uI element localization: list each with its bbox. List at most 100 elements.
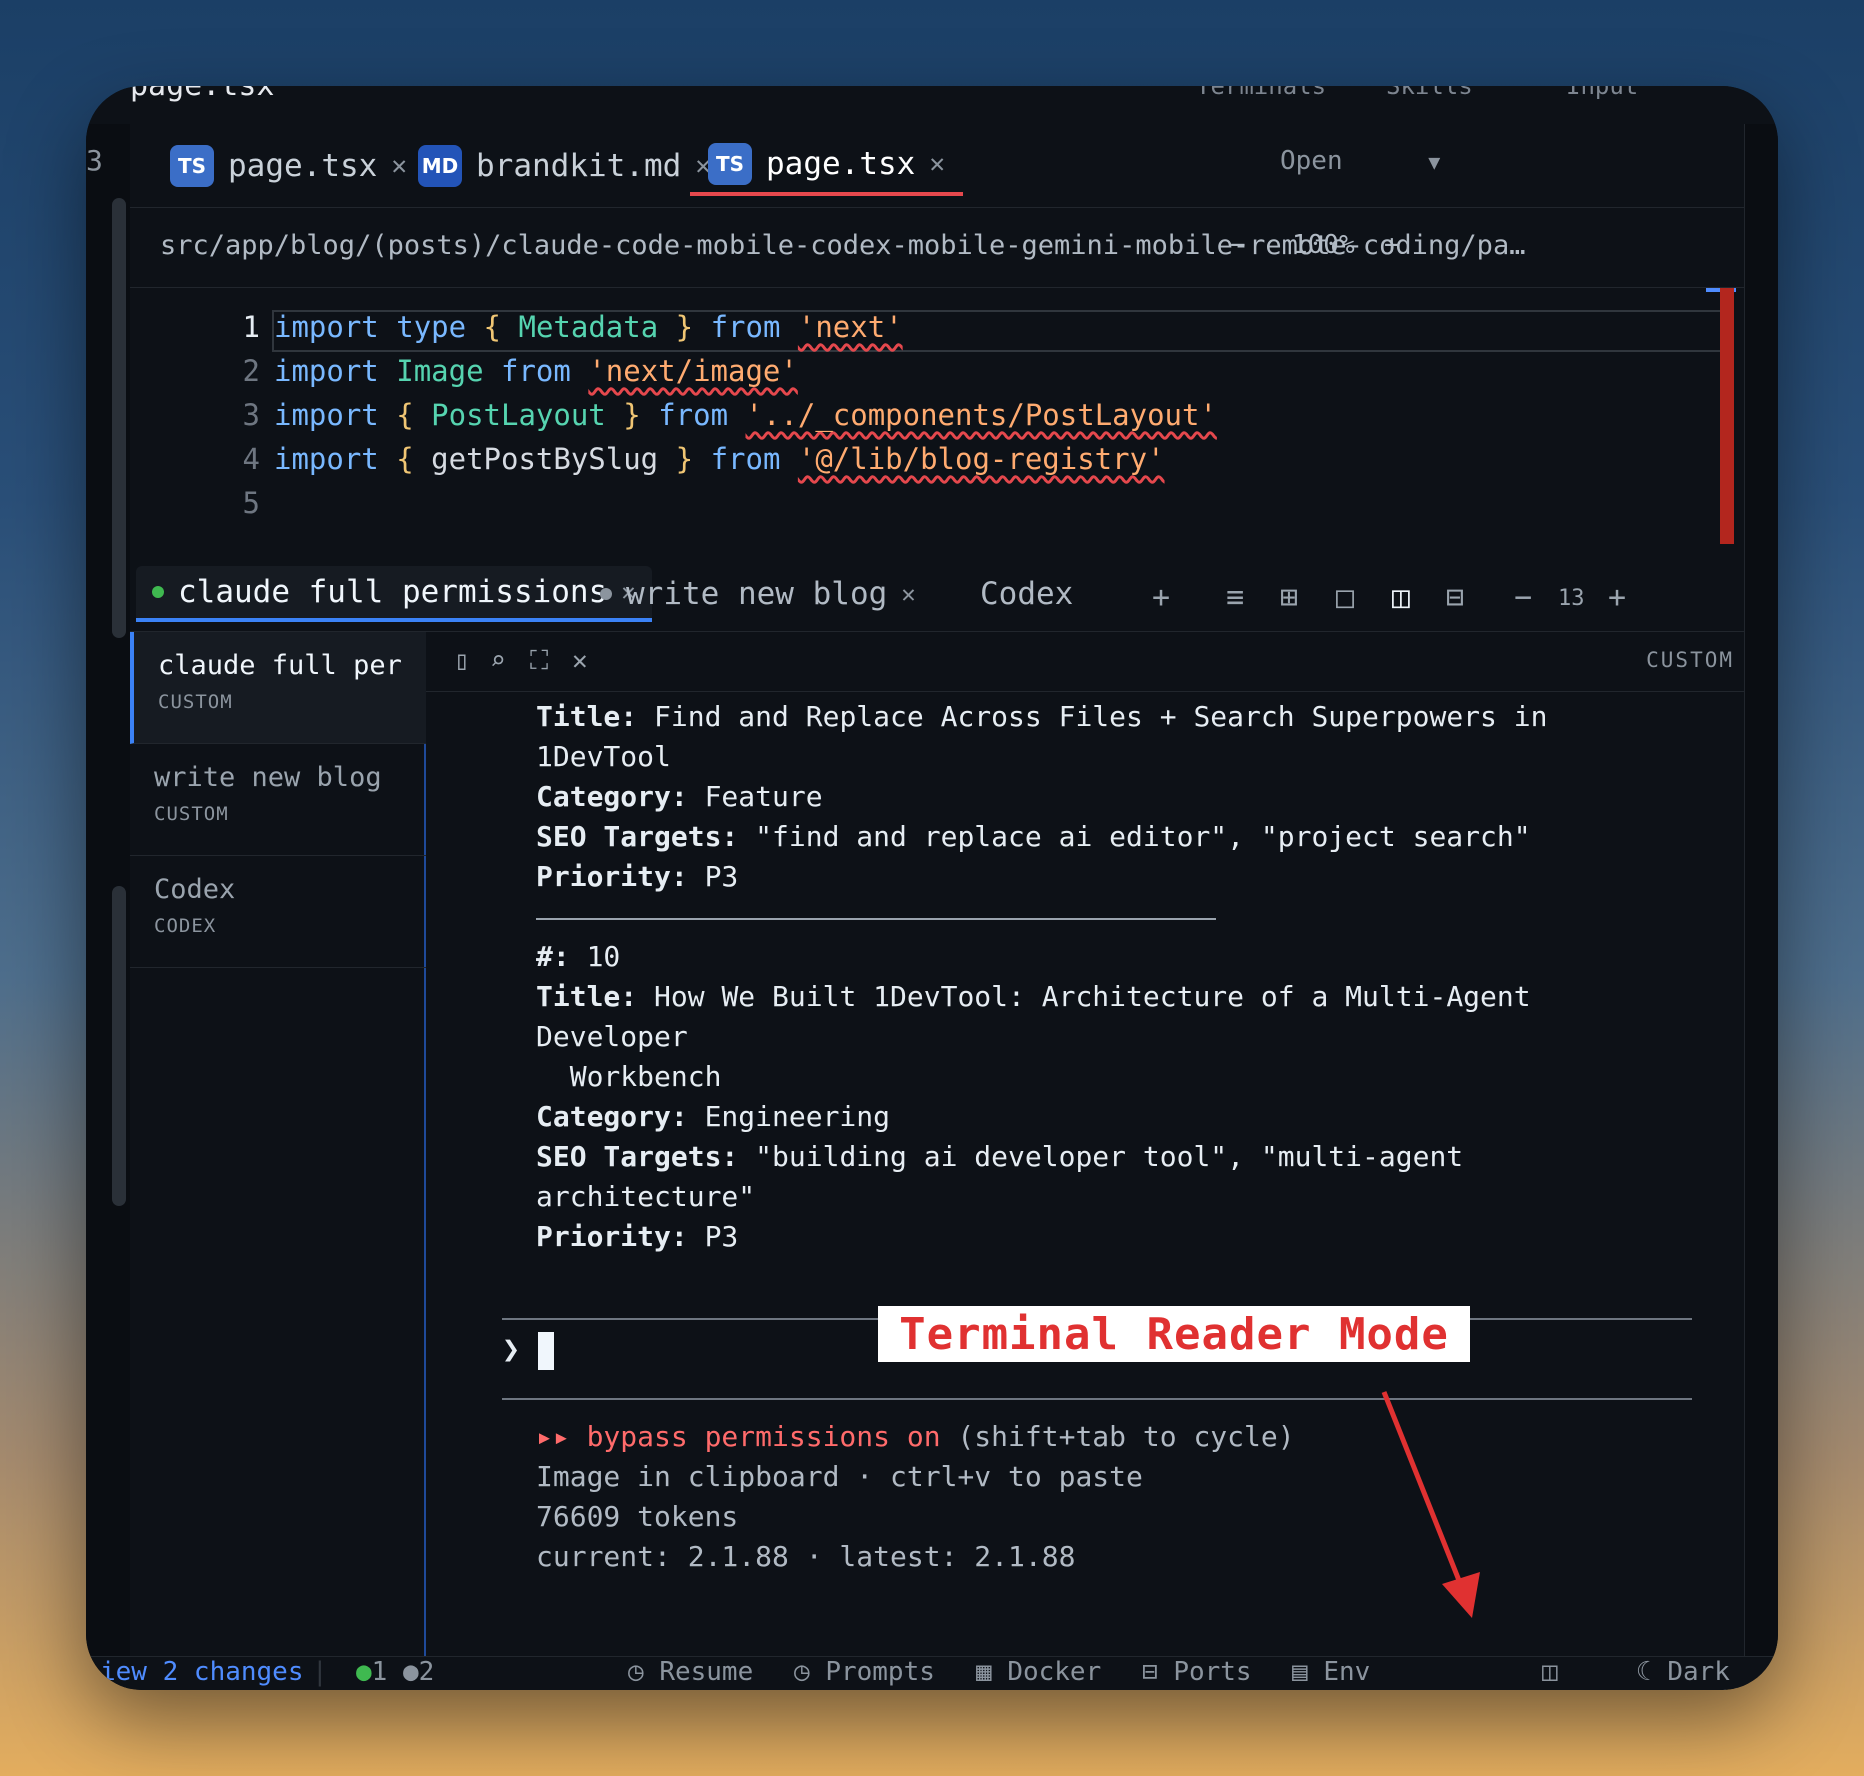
- docker-icon: ▦: [976, 1657, 1008, 1687]
- terminal-tab-codex[interactable]: Codex: [950, 566, 1082, 622]
- chevron-down-icon: ▼: [1428, 150, 1441, 174]
- close-icon[interactable]: ✕: [929, 149, 945, 179]
- session-item-write-blog[interactable]: write new blog CUSTOM: [130, 744, 426, 856]
- output-line: Title: Find and Replace Across Files + S…: [536, 700, 1547, 733]
- line-number: 5: [242, 486, 260, 520]
- new-terminal-icon[interactable]: +: [1152, 580, 1170, 615]
- resume-button[interactable]: ◷ Resume: [628, 1657, 753, 1687]
- code-editor[interactable]: 1 import type { Metadata } from 'next' 2 im…: [130, 288, 1744, 544]
- theme-toggle[interactable]: ☾ Dark: [1636, 1657, 1730, 1687]
- code-token: from: [658, 398, 729, 432]
- code-token: 'next/image': [588, 354, 798, 388]
- line-number: 1: [242, 310, 260, 344]
- split-pane-icon[interactable]: ◫: [1392, 580, 1410, 615]
- output-line: SEO Targets: "find and replace ai editor…: [536, 820, 1531, 853]
- terminal-toolbar: ▯ ⌕ ⛶ ✕ CUSTOM: [426, 632, 1744, 692]
- output-line: Workbench: [536, 1060, 722, 1093]
- output-line: architecture": [536, 1180, 756, 1213]
- prompt-chevron: ❯: [502, 1332, 521, 1367]
- code-text: import { getPostBySlug } from '@/lib/blo…: [274, 442, 1165, 476]
- clipboard-icon[interactable]: ▯: [454, 646, 470, 676]
- code-token: {: [396, 442, 414, 476]
- resume-label: Resume: [659, 1657, 754, 1687]
- output-line: Category: Feature: [536, 780, 823, 813]
- terminal-tab-label: claude full permissions: [178, 574, 608, 610]
- code-token: from: [710, 310, 781, 344]
- rail-scrollbar-bottom[interactable]: [112, 886, 126, 1206]
- input-box-bottom-border: [502, 1398, 1692, 1400]
- ts-file-icon: TS: [170, 145, 214, 187]
- session-type: CUSTOM: [154, 803, 229, 825]
- code-token: getPostBySlug: [431, 442, 659, 476]
- tab-overflow-count[interactable]: 3: [86, 144, 103, 177]
- close-icon[interactable]: ✕: [901, 580, 915, 608]
- zoom-out-button[interactable]: −: [1230, 230, 1246, 260]
- env-button[interactable]: ▤ Env: [1292, 1657, 1370, 1687]
- green-count: 1: [371, 1657, 388, 1687]
- fullscreen-icon[interactable]: ⛶: [530, 646, 548, 677]
- code-token: import: [274, 442, 379, 476]
- panel-toggle-icon[interactable]: ◫: [1542, 1657, 1558, 1687]
- menu-input[interactable]: Input: [1566, 86, 1638, 100]
- output-line: SEO Targets: "building ai developer tool…: [536, 1140, 1463, 1173]
- terminal-tab-bar: claude full permissions ✕ write new blog…: [130, 544, 1744, 632]
- git-status[interactable]: ●1 ●2: [356, 1657, 434, 1687]
- tab-page-tsx-active[interactable]: TS page.tsx ✕: [690, 136, 963, 196]
- code-token: import: [274, 310, 379, 344]
- menu-skills[interactable]: Skills: [1386, 86, 1473, 100]
- separator: [536, 918, 1216, 920]
- view-changes-link[interactable]: iew 2 changes: [100, 1657, 304, 1687]
- reader-mode-annotation: Terminal Reader Mode: [878, 1306, 1470, 1362]
- code-token: import: [274, 398, 379, 432]
- tab-brandkit-md[interactable]: MD brandkit.md ✕: [400, 136, 729, 196]
- ports-button[interactable]: ⊟ Ports: [1142, 1657, 1252, 1687]
- error-scroll-marker[interactable]: [1720, 288, 1734, 544]
- session-item-codex[interactable]: Codex CODEX: [130, 856, 426, 968]
- field-value: Engineering: [687, 1100, 891, 1133]
- font-decrease-button[interactable]: −: [1514, 580, 1532, 615]
- prompts-button[interactable]: ◷ Prompts: [794, 1657, 935, 1687]
- token-count: 76609 tokens: [536, 1500, 739, 1533]
- terminal-pane[interactable]: ▯ ⌕ ⛶ ✕ CUSTOM Title: Find and Replace A…: [426, 632, 1744, 1656]
- field-key: SEO Targets:: [536, 1140, 739, 1173]
- rail-scrollbar-top[interactable]: [112, 198, 126, 638]
- terminal-tab-write-blog[interactable]: write new blog ✕: [584, 566, 932, 622]
- tile-layout-icon[interactable]: ⊟: [1446, 580, 1464, 615]
- font-increase-button[interactable]: +: [1608, 580, 1626, 615]
- session-item-claude[interactable]: claude full permi… CUSTOM: [130, 632, 426, 744]
- field-key: Category:: [536, 1100, 688, 1133]
- close-icon[interactable]: ✕: [572, 646, 588, 676]
- session-sidebar: claude full permi… CUSTOM write new blog…: [130, 632, 426, 1656]
- docker-button[interactable]: ▦ Docker: [976, 1657, 1101, 1687]
- tab-label: page.tsx: [228, 148, 378, 184]
- input-cursor[interactable]: [538, 1332, 554, 1370]
- grid-view-icon[interactable]: ⊞: [1280, 580, 1298, 615]
- single-pane-icon[interactable]: □: [1336, 580, 1354, 615]
- tab-page-tsx-1[interactable]: TS page.tsx ✕: [152, 136, 425, 196]
- list-view-icon[interactable]: ≡: [1226, 580, 1244, 615]
- open-with-button[interactable]: Open ▼: [1280, 146, 1440, 176]
- clipboard-status: Image in clipboard · ctrl+v to paste: [536, 1460, 1143, 1493]
- code-text: import Image from 'next/image': [274, 354, 798, 388]
- field-value: 10: [569, 940, 621, 973]
- zoom-in-button[interactable]: +: [1384, 230, 1400, 260]
- menu-terminals[interactable]: Terminals: [1196, 86, 1326, 100]
- search-icon[interactable]: ⌕: [490, 646, 506, 676]
- output-line: 1DevTool: [536, 740, 671, 773]
- app-window: page.tsx Terminals Skills Input 3 TS pag…: [86, 86, 1778, 1690]
- terminal-tab-claude[interactable]: claude full permissions ✕: [136, 566, 652, 622]
- output-line: Title: How We Built 1DevTool: Architectu…: [536, 980, 1531, 1013]
- field-key: SEO Targets:: [536, 820, 739, 853]
- code-token: {: [483, 310, 502, 344]
- code-token: }: [675, 310, 694, 344]
- right-panel-strip: [1744, 124, 1778, 1656]
- output-line: Developer: [536, 1020, 688, 1053]
